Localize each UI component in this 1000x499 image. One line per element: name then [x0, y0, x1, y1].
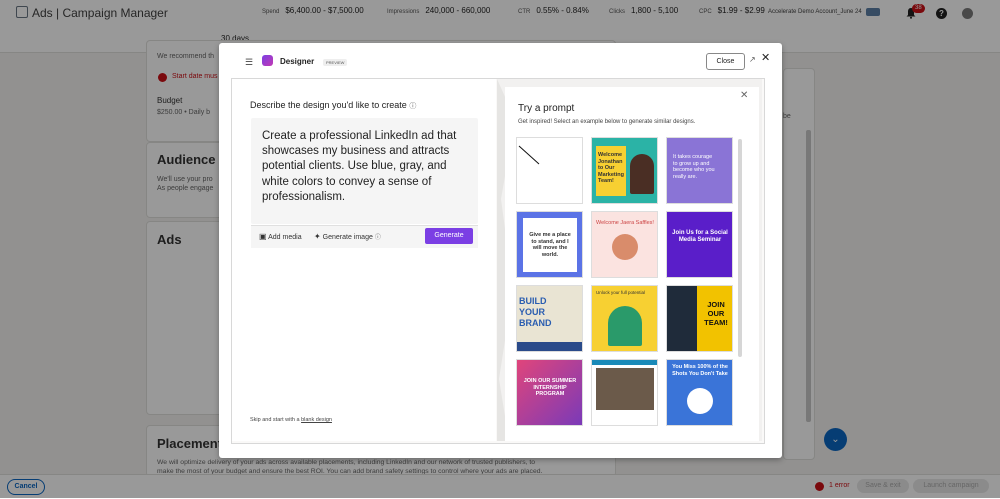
template-thumbnail[interactable]: JOIN OUR SUMMER INTERNSHIP PROGRAM — [516, 359, 583, 426]
generate-button[interactable]: Generate — [425, 228, 473, 244]
designer-logo-icon — [262, 55, 273, 66]
template-thumbnail[interactable] — [591, 359, 658, 426]
generate-image-button[interactable]: ✦ Generate image ⓘ — [314, 232, 381, 241]
thumbnail-text: BUILD YOUR BRAND — [519, 296, 552, 328]
close-icon[interactable]: ✕ — [740, 90, 748, 101]
template-thumbnail[interactable]: Welcome Jaera Saffles! — [591, 211, 658, 278]
thumbnail-text: Give me a place to stand, and I will mov… — [529, 232, 571, 258]
template-thumbnail[interactable]: It takes courage to grow up and become w… — [666, 137, 733, 204]
preview-badge: PREVIEW — [323, 59, 348, 66]
template-thumbnail[interactable] — [516, 137, 583, 204]
image-icon: ▣ — [259, 232, 267, 241]
thumbnail-footer — [517, 342, 582, 351]
pop-out-icon[interactable]: ↗ — [749, 55, 756, 64]
thumbnail-text: JOIN OUR SUMMER INTERNSHIP PROGRAM — [523, 378, 577, 397]
thumbnail-scrollbar[interactable] — [738, 139, 742, 357]
thumbnail-header — [592, 360, 657, 365]
prompt-text[interactable]: Create a professional LinkedIn ad that s… — [262, 129, 462, 205]
thumbnail-text: You Miss 100% of the Shots You Don't Tak… — [672, 364, 728, 377]
info-icon[interactable]: ⓘ — [409, 103, 416, 110]
template-thumbnail[interactable]: You Miss 100% of the Shots You Don't Tak… — [666, 359, 733, 426]
thumbnail-text: It takes courage to grow up and become w… — [673, 154, 715, 180]
group-photo — [596, 368, 654, 410]
thumbnail-text: Welcome Jaera Saffles! — [596, 220, 654, 226]
person-photo — [687, 388, 713, 414]
template-thumbnail[interactable]: Welcome Jonathan to Our Marketing Team! — [591, 137, 658, 204]
thumbnail-text: Join Us for a Social Media Seminar — [672, 230, 728, 243]
thumbnail-text: Welcome Jonathan to Our Marketing Team! — [598, 152, 624, 184]
designer-title: Designer — [280, 57, 315, 66]
skip-text: Skip and start with a blank design — [250, 417, 332, 423]
template-thumbnail[interactable]: Give me a place to stand, and I will mov… — [516, 211, 583, 278]
blank-design-link[interactable]: blank design — [301, 417, 332, 423]
close-button[interactable]: Close — [706, 53, 745, 70]
try-prompt-title: Try a prompt — [518, 103, 575, 114]
info-icon[interactable]: ⓘ — [375, 235, 381, 241]
sparkle-icon: ✦ — [314, 232, 321, 241]
try-prompt-subtitle: Get inspired! Select an example below to… — [518, 119, 696, 125]
person-photo — [612, 234, 638, 260]
template-thumbnail[interactable]: BUILD YOUR BRAND — [516, 285, 583, 352]
menu-icon[interactable]: ☰ — [245, 57, 253, 68]
thumbnail-text: Unlock your full potential — [596, 290, 646, 295]
template-thumbnail[interactable]: JOIN OUR TEAM! — [666, 285, 733, 352]
template-thumbnail[interactable]: Unlock your full potential — [591, 285, 658, 352]
person-photo — [630, 154, 654, 194]
add-media-button[interactable]: ▣ Add media — [259, 232, 302, 241]
thumbnail-text: JOIN OUR TEAM! — [704, 300, 728, 327]
close-icon[interactable]: ✕ — [761, 51, 770, 64]
person-photo — [608, 306, 642, 346]
line-art-icon — [518, 145, 540, 165]
template-thumbnail[interactable]: Join Us for a Social Media Seminar — [666, 211, 733, 278]
describe-label: Describe the design you'd like to create… — [250, 100, 417, 110]
